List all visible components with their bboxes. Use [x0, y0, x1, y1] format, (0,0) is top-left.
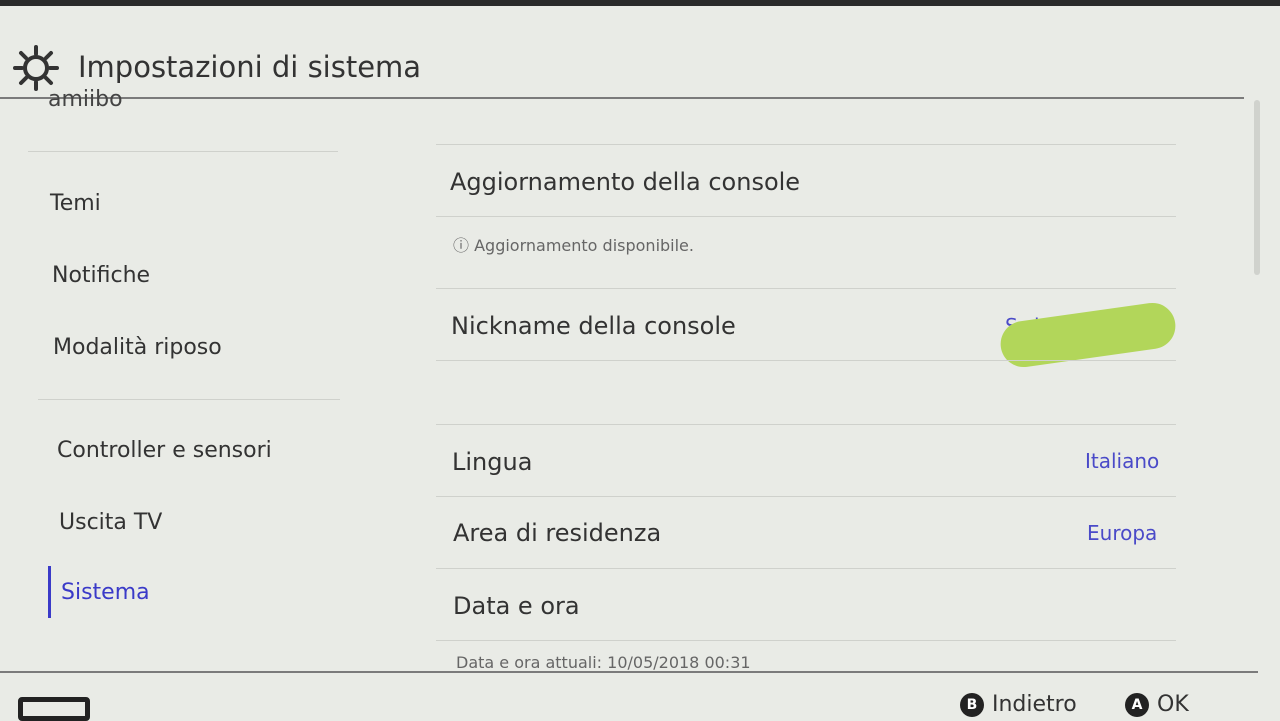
sidebar-item-uscita-tv[interactable]: Uscita TV [59, 510, 162, 535]
active-indicator [48, 566, 51, 618]
divider [436, 288, 1176, 289]
console-nickname-item[interactable]: Nickname della console [451, 312, 736, 340]
sidebar-item-modalita-riposo[interactable]: Modalità riposo [53, 335, 222, 360]
divider [436, 568, 1176, 569]
language-item[interactable]: Lingua [452, 448, 532, 476]
region-value: Europa [1087, 521, 1158, 545]
ok-button[interactable]: A OK [1125, 692, 1189, 717]
sidebar-item-temi[interactable]: Temi [50, 191, 101, 216]
page-title: Impostazioni di sistema [78, 50, 422, 84]
header: Impostazioni di sistema [0, 6, 1280, 98]
console-icon [18, 697, 90, 721]
sidebar-item-amiibo[interactable]: amiibo [48, 87, 123, 112]
divider [436, 360, 1176, 361]
a-button-icon: A [1125, 692, 1149, 717]
scrollbar[interactable] [1254, 100, 1260, 275]
sidebar: amiibo Temi Notifiche Modalità riposo Co… [0, 87, 380, 671]
back-button[interactable]: B Indietro [960, 692, 1077, 717]
footer-divider [0, 671, 1258, 673]
region-item[interactable]: Area di residenza [453, 519, 661, 547]
sidebar-item-controller[interactable]: Controller e sensori [57, 438, 272, 463]
divider [38, 399, 340, 400]
divider [436, 216, 1176, 217]
sidebar-item-sistema[interactable]: Sistema [61, 580, 150, 605]
console-update-item[interactable]: Aggiornamento della console [450, 168, 800, 196]
divider [28, 151, 338, 152]
divider [436, 424, 1176, 425]
current-date-time: Data e ora attuali: 10/05/2018 00:31 [456, 653, 751, 672]
divider [436, 144, 1176, 145]
update-available-note: ⓘ Aggiornamento disponibile. [453, 236, 694, 255]
back-label: Indietro [992, 692, 1077, 717]
divider [436, 496, 1176, 497]
date-time-item[interactable]: Data e ora [453, 592, 580, 620]
ok-label: OK [1157, 692, 1189, 717]
language-value: Italiano [1085, 449, 1160, 473]
b-button-icon: B [960, 692, 984, 717]
sidebar-item-notifiche[interactable]: Notifiche [52, 263, 150, 288]
divider [436, 640, 1176, 641]
gear-icon [13, 45, 59, 91]
